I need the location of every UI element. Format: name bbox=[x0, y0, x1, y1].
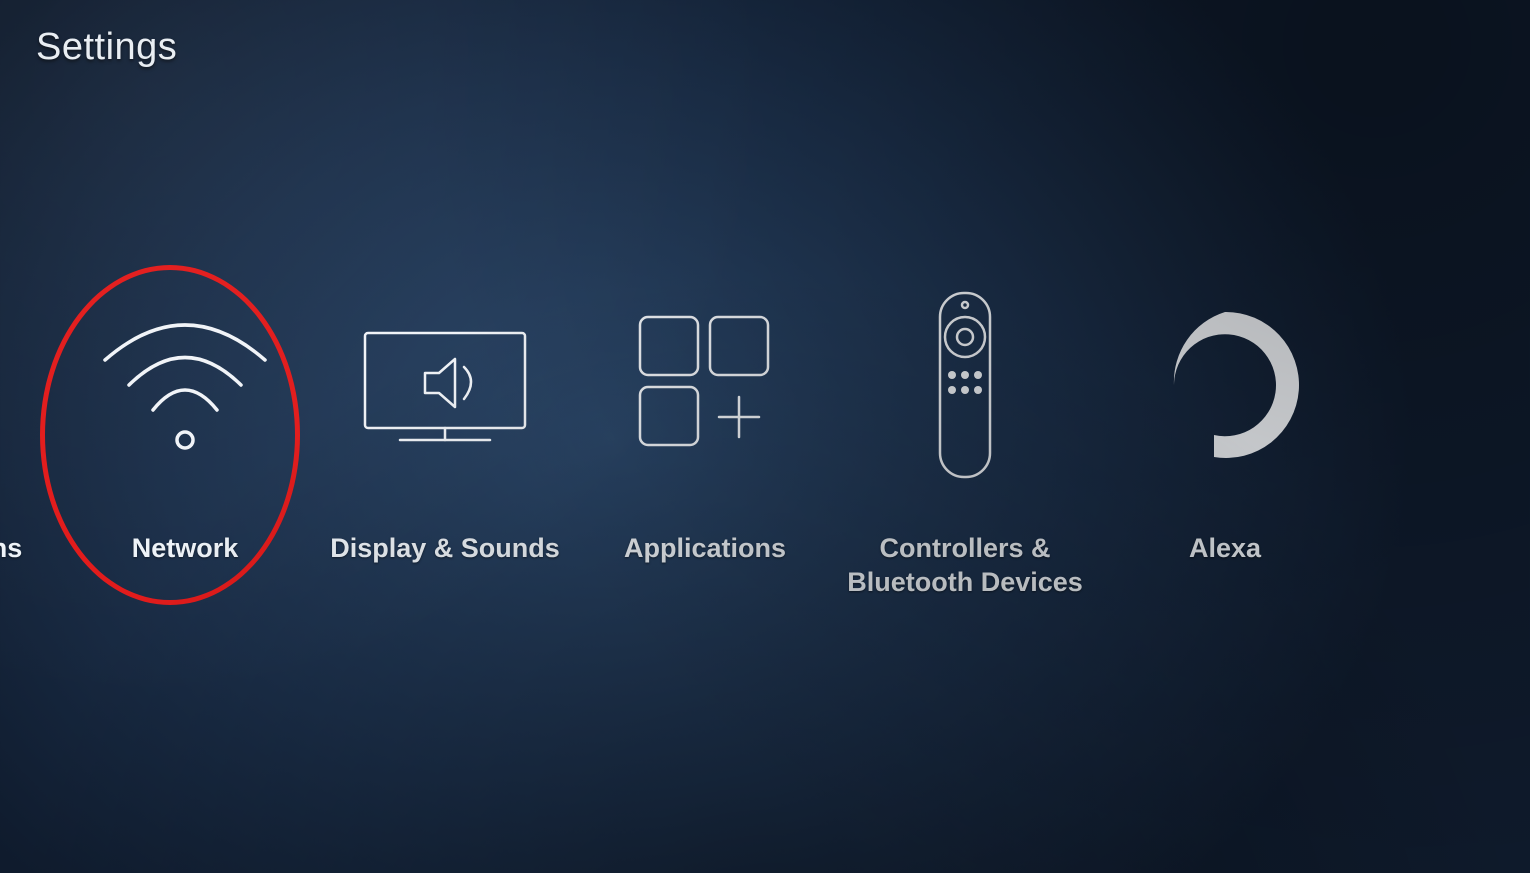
settings-item-notifications[interactable]: tions bbox=[0, 300, 55, 566]
settings-item-label: Alexa bbox=[1189, 532, 1261, 566]
apps-grid-icon bbox=[610, 300, 800, 470]
settings-item-alexa[interactable]: Alexa bbox=[1095, 300, 1355, 566]
settings-item-controllers[interactable]: Controllers & Bluetooth Devices bbox=[835, 300, 1095, 600]
settings-item-label: Applications bbox=[624, 532, 786, 566]
tv-speaker-icon bbox=[340, 300, 550, 470]
alexa-icon bbox=[1140, 300, 1310, 470]
settings-item-label: Controllers & Bluetooth Devices bbox=[847, 532, 1083, 600]
remote-icon bbox=[900, 300, 1030, 470]
settings-row: tions Network Display & Sound bbox=[0, 300, 1530, 600]
settings-item-network[interactable]: Network bbox=[55, 300, 315, 566]
page-title: Settings bbox=[36, 26, 177, 69]
settings-item-applications[interactable]: Applications bbox=[575, 300, 835, 566]
settings-item-display-sounds[interactable]: Display & Sounds bbox=[315, 300, 575, 566]
settings-item-label: tions bbox=[0, 532, 22, 566]
settings-item-label: Display & Sounds bbox=[330, 532, 560, 566]
wifi-icon bbox=[85, 300, 285, 470]
settings-item-label: Network bbox=[132, 532, 239, 566]
